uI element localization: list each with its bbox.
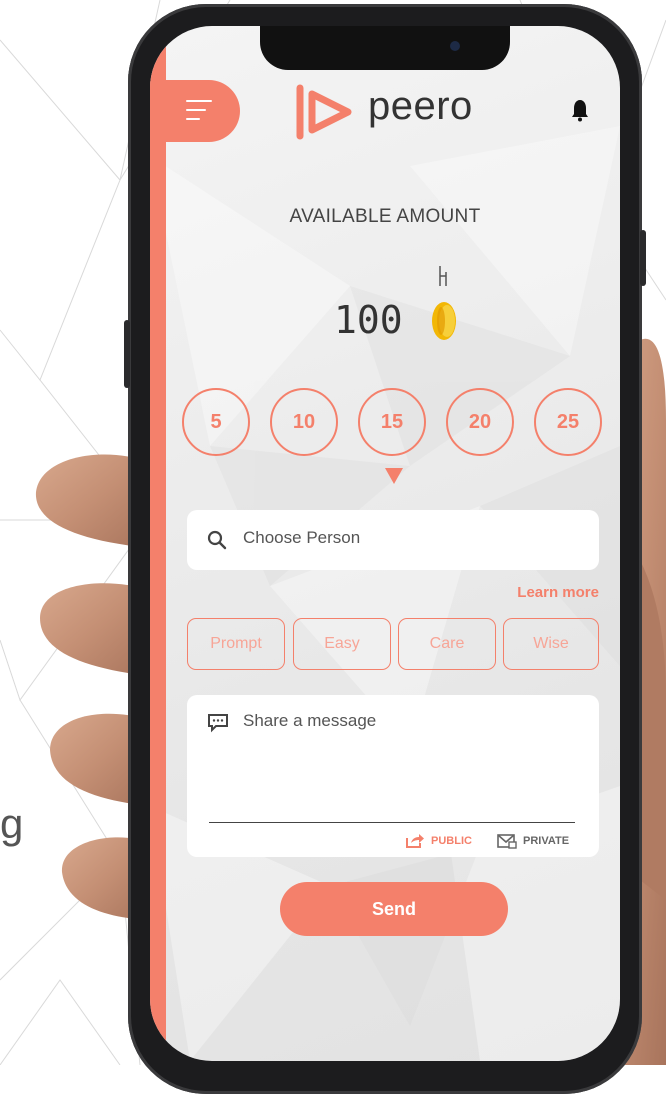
amount-option-label: 10 bbox=[292, 410, 316, 433]
message-input[interactable]: Share a message PUBLIC PRIVATE bbox=[187, 695, 599, 857]
learn-more-link[interactable]: Learn more bbox=[517, 584, 599, 601]
side-accent-strip bbox=[150, 26, 166, 1061]
amount-option-label: 5 bbox=[210, 410, 222, 433]
amount-option-5[interactable]: 5 bbox=[182, 388, 250, 456]
tag-label: Care bbox=[429, 635, 465, 652]
amount-option-25[interactable]: 25 bbox=[534, 388, 602, 456]
app-screen: peero AVAILABLE AMOUNT 100 5 10 15 20 25… bbox=[150, 26, 620, 1061]
amount-option-20[interactable]: 20 bbox=[446, 388, 514, 456]
share-icon bbox=[406, 834, 424, 848]
selection-pointer-icon bbox=[385, 468, 403, 484]
amount-option-label: 25 bbox=[556, 410, 580, 433]
public-label: PUBLIC bbox=[431, 835, 472, 847]
public-toggle[interactable]: PUBLIC bbox=[405, 833, 472, 849]
hamburger-menu-icon bbox=[186, 100, 212, 122]
tag-wise[interactable]: Wise bbox=[503, 618, 599, 670]
text-cursor-icon bbox=[439, 266, 447, 286]
private-toggle[interactable]: PRIVATE bbox=[497, 833, 569, 849]
amount-option-10[interactable]: 10 bbox=[270, 388, 338, 456]
tag-label: Prompt bbox=[210, 635, 262, 652]
message-underline bbox=[209, 822, 575, 823]
phone-notch bbox=[260, 26, 510, 70]
tag-care[interactable]: Care bbox=[398, 618, 496, 670]
tag-label: Wise bbox=[533, 635, 569, 652]
available-amount-label: AVAILABLE AMOUNT bbox=[289, 206, 481, 227]
coin-icon bbox=[432, 302, 456, 340]
send-button[interactable]: Send bbox=[280, 882, 508, 936]
private-label: PRIVATE bbox=[523, 835, 570, 847]
phone-side-button bbox=[124, 320, 130, 388]
chat-icon bbox=[208, 714, 228, 733]
choose-person-input[interactable]: Choose Person bbox=[187, 510, 599, 570]
phone-side-button bbox=[640, 230, 646, 286]
tag-prompt[interactable]: Prompt bbox=[187, 618, 285, 670]
amount-option-15[interactable]: 15 bbox=[358, 388, 426, 456]
amount-option-label: 20 bbox=[468, 410, 492, 433]
message-placeholder: Share a message bbox=[243, 711, 377, 730]
private-mail-icon bbox=[497, 834, 517, 849]
peero-logo-icon bbox=[296, 84, 352, 140]
brand-name: peero bbox=[368, 84, 473, 128]
tag-easy[interactable]: Easy bbox=[293, 618, 391, 670]
background-text: g bbox=[0, 800, 24, 847]
send-label: Send bbox=[371, 898, 416, 919]
choose-person-placeholder: Choose Person bbox=[243, 528, 361, 547]
bell-icon[interactable] bbox=[571, 98, 589, 122]
tag-label: Easy bbox=[324, 635, 360, 652]
balance-value: 100 bbox=[334, 298, 403, 342]
camera-icon bbox=[450, 41, 460, 51]
amount-option-label: 15 bbox=[380, 410, 404, 433]
search-icon bbox=[207, 530, 227, 550]
